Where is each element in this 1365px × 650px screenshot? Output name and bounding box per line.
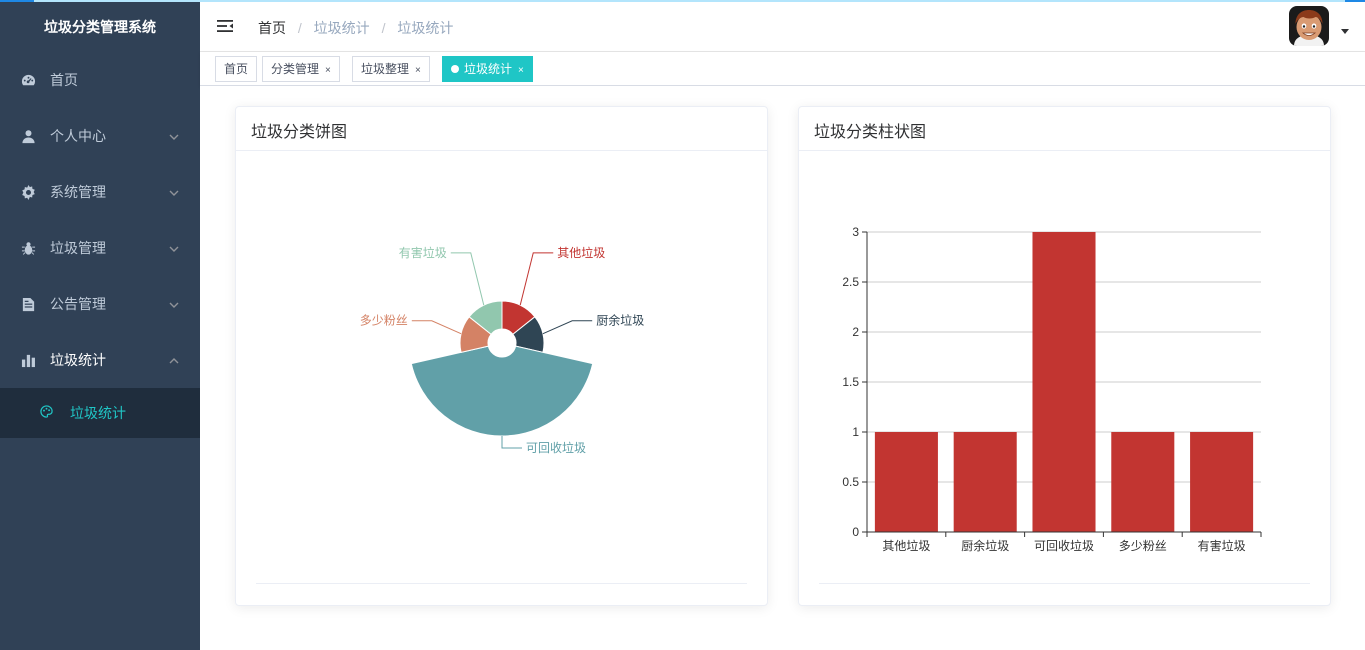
sidebar-subitem-garbage-statistics[interactable]: 垃圾统计 <box>0 388 200 438</box>
pie-chart-card: 垃圾分类饼图 其他垃圾厨余垃圾可回收垃圾 多少粉丝 有害垃圾 <box>235 106 768 606</box>
sidebar-item-garbage-statistics[interactable]: 垃圾统计 <box>0 332 200 388</box>
bar-chart: 0 0.5 1 1.5 2 2.5 3 其他垃圾 厨余垃圾 可回收垃圾 多少粉丝 有害垃圾 <box>842 225 1262 553</box>
user-icon <box>20 128 36 144</box>
y-tick-label: 1 <box>852 425 859 439</box>
sidebar-item-label: 系统管理 <box>50 184 106 200</box>
app-title: 垃圾分类管理系统 <box>44 19 156 35</box>
sidebar-item-home[interactable]: 首页 <box>0 52 200 108</box>
palette-icon <box>40 405 54 421</box>
bar-chart-icon <box>20 352 36 368</box>
bar[interactable] <box>953 432 1017 532</box>
avatar[interactable] <box>1289 6 1329 46</box>
bar[interactable] <box>874 432 938 532</box>
bar-chart-card: 垃圾分类柱状图 0 0.5 1 1.5 2 2.5 3 其他垃圾 厨余垃圾 可回收垃圾 多少粉丝 有害… <box>798 106 1331 606</box>
breadcrumb-item: 垃圾统计 <box>313 20 370 36</box>
tag-label: 垃圾统计 <box>464 62 513 76</box>
sidebar-item-notice-management[interactable]: 公告管理 <box>0 276 200 332</box>
chevron-down-icon <box>168 186 180 198</box>
close-icon[interactable]: × <box>325 65 331 76</box>
sidebar: 垃圾分类管理系统 首页 个人中心 系统管理 垃圾管理 公告管理 垃圾统计 垃圾统… <box>0 0 200 650</box>
x-tick-label: 有害垃圾 <box>1198 538 1246 553</box>
x-tick-label: 可回收垃圾 <box>1034 538 1094 553</box>
y-tick-label: 3 <box>852 225 859 239</box>
tag-label: 首页 <box>224 62 249 76</box>
navbar: 首页 / 垃圾统计 / 垃圾统计 <box>200 2 1365 52</box>
y-tick-label: 1.5 <box>842 375 859 389</box>
tag-category-management[interactable]: 分类管理 × <box>262 56 340 82</box>
bar[interactable] <box>1111 432 1175 532</box>
bar[interactable] <box>1032 232 1096 532</box>
tag-home[interactable]: 首页 <box>215 56 258 82</box>
pie-label: 可回收垃圾 <box>526 440 586 455</box>
sidebar-item-label: 个人中心 <box>50 128 106 144</box>
x-tick-label: 多少粉丝 <box>1119 539 1167 553</box>
bar[interactable] <box>1190 432 1254 532</box>
pie-leader-line <box>411 320 462 335</box>
caret-down-icon[interactable] <box>1341 22 1349 34</box>
breadcrumb-item-home[interactable]: 首页 <box>258 20 286 36</box>
sidebar-item-label: 垃圾管理 <box>50 240 106 256</box>
x-tick-label: 其他垃圾 <box>882 538 930 553</box>
top-accent-line <box>0 0 1365 2</box>
y-tick-label: 2.5 <box>842 275 859 289</box>
close-icon[interactable]: × <box>415 65 421 76</box>
divider <box>256 583 747 584</box>
sidebar-item-system-management[interactable]: 系统管理 <box>0 164 200 220</box>
card-title: 垃圾分类饼图 <box>236 107 767 151</box>
pie-chart: 其他垃圾厨余垃圾可回收垃圾 多少粉丝 有害垃圾 <box>360 245 644 455</box>
pie-leader-line <box>450 252 485 306</box>
main-content: 垃圾分类饼图 其他垃圾 厨余垃圾 可回收垃圾 多少粉丝 有害垃圾 垃圾分类柱状图 0 0.… <box>200 86 1365 650</box>
pie-label: 厨余垃圾 <box>596 313 644 328</box>
divider <box>819 583 1310 584</box>
sidebar-item-label: 首页 <box>50 72 78 88</box>
y-tick-label: 2 <box>852 325 859 339</box>
sidebar-item-label: 公告管理 <box>50 296 106 312</box>
pie-leader-line <box>501 436 522 449</box>
tag-garbage-sorting[interactable]: 垃圾整理 × <box>352 56 430 82</box>
tags-view: 首页 分类管理 × 垃圾整理 × 垃圾统计 × <box>200 52 1365 86</box>
pie-slice[interactable] <box>410 345 594 437</box>
breadcrumb-item-current: 垃圾统计 <box>397 20 454 36</box>
document-icon <box>20 296 36 312</box>
breadcrumb: 首页 / 垃圾统计 / 垃圾统计 <box>258 18 453 38</box>
sidebar-subitem-label: 垃圾统计 <box>70 405 126 421</box>
pie-label: 多少粉丝 <box>360 314 408 328</box>
gear-icon <box>20 184 36 200</box>
chevron-down-icon <box>168 130 180 142</box>
sidebar-item-label: 垃圾统计 <box>50 352 106 368</box>
breadcrumb-separator: / <box>297 20 302 36</box>
breadcrumb-separator: / <box>381 20 386 36</box>
y-tick-label: 0.5 <box>842 475 859 489</box>
dashboard-icon <box>20 72 36 88</box>
hamburger-toggle-icon[interactable] <box>216 17 234 35</box>
tag-label: 分类管理 <box>271 62 320 76</box>
chevron-down-icon <box>168 242 180 254</box>
pie-leader-line <box>542 320 593 335</box>
chevron-up-icon <box>168 354 180 366</box>
chevron-down-icon <box>168 298 180 310</box>
tag-label: 垃圾整理 <box>361 62 410 76</box>
pie-label: 其他垃圾 <box>557 245 605 260</box>
sidebar-item-garbage-management[interactable]: 垃圾管理 <box>0 220 200 276</box>
y-tick-label: 0 <box>852 525 859 539</box>
bug-icon <box>20 240 36 256</box>
x-tick-label: 厨余垃圾 <box>961 538 1009 553</box>
close-icon[interactable]: × <box>518 65 524 76</box>
pie-label: 有害垃圾 <box>399 245 447 260</box>
card-title: 垃圾分类柱状图 <box>799 107 1330 151</box>
tag-garbage-statistics[interactable]: 垃圾统计 × <box>442 56 533 82</box>
active-dot-icon <box>451 65 459 73</box>
pie-leader-line <box>519 252 554 306</box>
sidebar-item-personal-center[interactable]: 个人中心 <box>0 108 200 164</box>
